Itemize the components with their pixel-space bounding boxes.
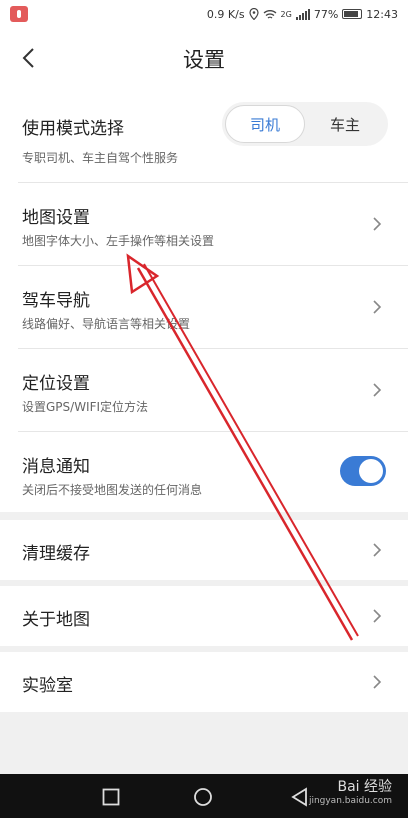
clear-cache-row[interactable]: 清理缓存 bbox=[0, 520, 408, 580]
settings-item-notifications: 消息通知 关闭后不接受地图发送的任何消息 bbox=[0, 432, 408, 512]
network-speed: 0.9 K/s bbox=[206, 7, 245, 21]
chevron-right-icon bbox=[373, 675, 382, 689]
mode-segmented-control: 司机 车主 bbox=[222, 102, 388, 146]
title-bar: 设置 bbox=[0, 28, 408, 90]
battery-percent: 77% bbox=[313, 7, 339, 21]
item-label: 驾车导航 bbox=[22, 291, 90, 311]
item-subtitle: 关闭后不接受地图发送的任何消息 bbox=[22, 483, 203, 497]
item-subtitle: 地图字体大小、左手操作等相关设置 bbox=[22, 234, 215, 248]
page-title: 设置 bbox=[183, 48, 225, 72]
chevron-left-icon bbox=[22, 48, 34, 68]
settings-card: 使用模式选择 专职司机、车主自驾个性服务 司机 车主 地图设置 地图字体大小、左… bbox=[0, 90, 408, 512]
network-type: 2G bbox=[280, 9, 292, 19]
mode-label: 使用模式选择 bbox=[22, 119, 124, 139]
about-map-row[interactable]: 关于地图 bbox=[0, 586, 408, 646]
item-label: 定位设置 bbox=[22, 374, 90, 394]
mode-option-owner[interactable]: 车主 bbox=[305, 105, 385, 143]
chevron-right-icon bbox=[373, 609, 382, 623]
settings-item-map[interactable]: 地图设置 地图字体大小、左手操作等相关设置 bbox=[0, 183, 408, 265]
mode-selection-row: 使用模式选择 专职司机、车主自驾个性服务 司机 车主 bbox=[0, 90, 408, 182]
row-content: 关于地图 bbox=[0, 586, 408, 646]
mode-option-driver[interactable]: 司机 bbox=[225, 105, 305, 143]
microphone-icon bbox=[10, 6, 28, 22]
signal-icon bbox=[295, 8, 310, 20]
item-label: 清理缓存 bbox=[22, 544, 90, 564]
lab-row[interactable]: 实验室 bbox=[0, 652, 408, 712]
battery-icon bbox=[342, 9, 363, 19]
item-label: 地图设置 bbox=[22, 208, 90, 228]
settings-item-navigation[interactable]: 驾车导航 线路偏好、导航语言等相关设置 bbox=[0, 266, 408, 348]
mode-subtitle: 专职司机、车主自驾个性服务 bbox=[22, 151, 179, 165]
recent-apps-button[interactable] bbox=[102, 788, 120, 806]
back-button[interactable] bbox=[12, 42, 44, 74]
status-icons: 0.9 K/s 2G 77% 12:43 bbox=[207, 8, 398, 21]
row-content: 实验室 bbox=[0, 652, 408, 712]
watermark-url: jingyan.baidu.com bbox=[308, 796, 392, 806]
chevron-right-icon bbox=[373, 383, 382, 397]
item-subtitle: 设置GPS/WIFI定位方法 bbox=[22, 400, 149, 414]
row-content: 清理缓存 bbox=[0, 520, 408, 580]
back-nav-button[interactable] bbox=[290, 787, 308, 807]
settings-item-location[interactable]: 定位设置 设置GPS/WIFI定位方法 bbox=[0, 349, 408, 431]
chevron-right-icon bbox=[373, 217, 382, 231]
watermark-brand: Bai 经验 bbox=[337, 779, 392, 795]
item-label: 关于地图 bbox=[22, 610, 90, 630]
watermark: Bai 经验 jingyan.baidu.com bbox=[309, 776, 392, 806]
wifi-icon bbox=[263, 9, 276, 19]
clock: 12:43 bbox=[366, 7, 398, 21]
item-subtitle: 线路偏好、导航语言等相关设置 bbox=[22, 317, 191, 331]
location-icon bbox=[248, 8, 259, 20]
chevron-right-icon bbox=[373, 543, 382, 557]
notifications-toggle[interactable] bbox=[340, 456, 386, 486]
status-bar: 0.9 K/s 2G 77% 12:43 bbox=[0, 0, 408, 28]
chevron-right-icon bbox=[373, 300, 382, 314]
home-button[interactable] bbox=[193, 787, 213, 807]
item-label: 消息通知 bbox=[22, 457, 90, 477]
item-label: 实验室 bbox=[22, 676, 73, 696]
